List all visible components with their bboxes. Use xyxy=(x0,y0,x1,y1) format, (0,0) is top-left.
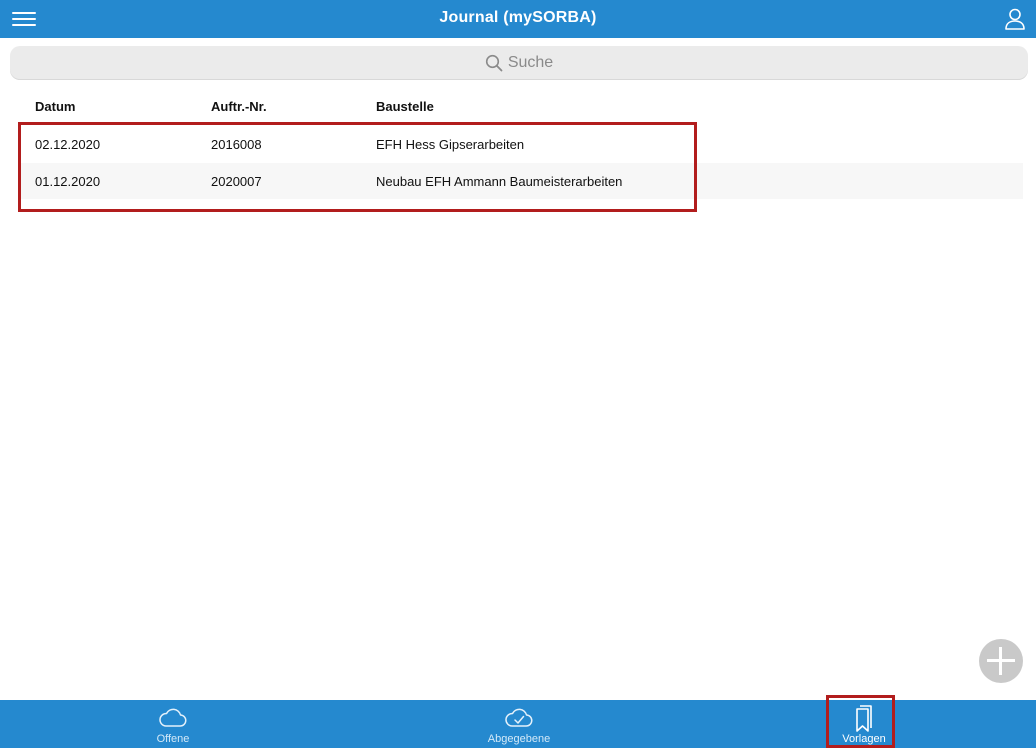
bottom-tab-bar: Offene Abgegebene Vorlagen xyxy=(0,700,1036,748)
cell-auftrag-nr: 2016008 xyxy=(211,137,262,152)
user-icon[interactable] xyxy=(1004,7,1026,31)
column-header-baustelle[interactable]: Baustelle xyxy=(376,99,434,114)
column-header-auftrag-nr[interactable]: Auftr.-Nr. xyxy=(211,99,267,114)
tab-label: Vorlagen xyxy=(842,733,886,745)
search-icon xyxy=(485,54,503,72)
cell-baustelle: EFH Hess Gipserarbeiten xyxy=(376,137,525,152)
search-bar[interactable]: Suche xyxy=(10,46,1028,80)
top-navigation-bar: Journal (mySORBA) xyxy=(0,0,1036,38)
column-header-datum[interactable]: Datum xyxy=(35,99,75,114)
table-row[interactable]: 01.12.2020 2020007 Neubau EFH Ammann Bau… xyxy=(20,163,1023,199)
cloud-check-icon xyxy=(503,704,535,732)
tab-offene[interactable]: Offene xyxy=(113,700,233,748)
cell-datum: 01.12.2020 xyxy=(35,174,101,189)
page-title: Journal (mySORBA) xyxy=(439,9,597,26)
cloud-icon xyxy=(157,704,189,732)
add-button[interactable] xyxy=(979,639,1023,683)
cell-datum: 02.12.2020 xyxy=(35,137,101,152)
cell-auftrag-nr: 2020007 xyxy=(211,174,262,189)
tab-label: Abgegebene xyxy=(487,733,551,745)
search-placeholder: Suche xyxy=(507,54,554,71)
cell-baustelle: Neubau EFH Ammann Baumeisterarbeiten xyxy=(376,174,623,189)
bookmarks-icon xyxy=(848,704,880,732)
tab-vorlagen[interactable]: Vorlagen xyxy=(804,700,924,748)
table-row[interactable]: 02.12.2020 2016008 EFH Hess Gipserarbeit… xyxy=(20,126,1023,162)
tab-label: Offene xyxy=(156,733,190,745)
tab-abgegebene[interactable]: Abgegebene xyxy=(459,700,579,748)
table-header: Datum Auftr.-Nr. Baustelle xyxy=(0,97,1036,117)
